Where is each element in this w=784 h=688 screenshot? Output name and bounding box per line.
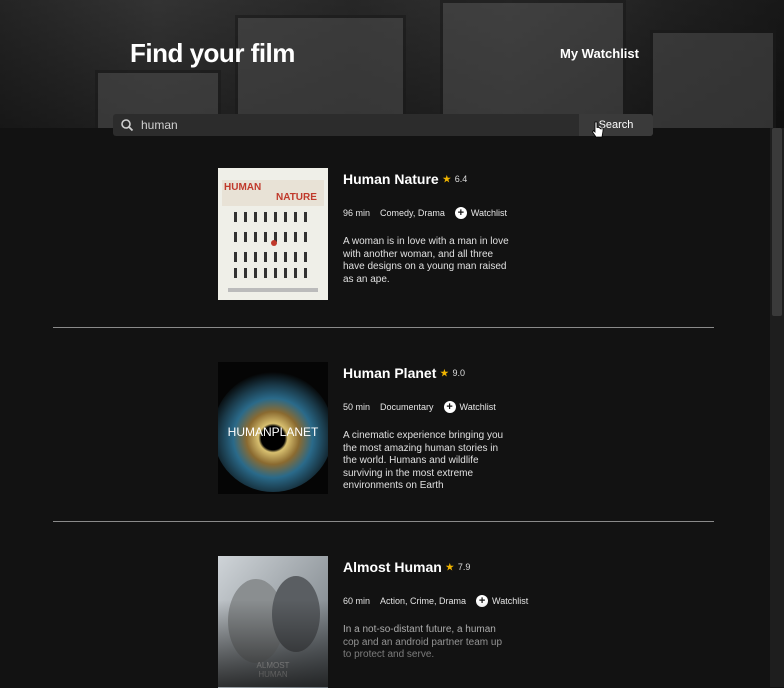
watchlist-label: Watchlist xyxy=(459,402,496,412)
movie-duration: 60 min xyxy=(343,596,371,606)
background-frame xyxy=(235,15,406,128)
movie-description: A woman is in love with a man in love wi… xyxy=(343,236,509,285)
movie-poster[interactable]: HUMAN NATURE xyxy=(218,168,328,300)
plus-circle-icon: + xyxy=(454,207,467,219)
search-button[interactable]: Search xyxy=(579,114,653,136)
background-frame xyxy=(650,30,776,128)
movie-genres: Documentary xyxy=(380,402,434,412)
star-icon: ★ xyxy=(440,367,449,378)
hero-banner xyxy=(0,0,784,128)
search-input[interactable] xyxy=(139,117,563,133)
plus-circle-icon: + xyxy=(443,401,456,413)
scrollbar-thumb[interactable] xyxy=(772,128,782,316)
add-to-watchlist-button[interactable]: + Watchlist xyxy=(454,207,508,219)
movie-description: In a not-so-distant future, a human cop … xyxy=(343,624,502,660)
movie-rating: 6.4 xyxy=(454,174,468,184)
svg-text:NATURE: NATURE xyxy=(276,192,317,203)
movie-poster[interactable]: HUMANPLANET xyxy=(218,362,328,494)
svg-text:ALMOST: ALMOST xyxy=(257,661,290,670)
search-icon xyxy=(120,118,134,132)
movie-title[interactable]: Human Planet xyxy=(343,365,436,381)
svg-text:HUMAN: HUMAN xyxy=(258,670,288,679)
add-to-watchlist-button[interactable]: + Watchlist xyxy=(476,595,528,607)
hand-cursor-icon xyxy=(592,121,604,144)
svg-text:HUMANPLANET: HUMANPLANET xyxy=(228,425,319,439)
star-icon: ★ xyxy=(442,173,451,184)
svg-text:HUMAN: HUMAN xyxy=(224,182,261,193)
watchlist-label: Watchlist xyxy=(470,208,508,218)
movie-title[interactable]: Human Nature xyxy=(343,171,439,187)
add-to-watchlist-button[interactable]: + Watchlist xyxy=(443,401,496,413)
star-icon: ★ xyxy=(445,561,454,572)
movie-rating: 9.0 xyxy=(452,368,465,378)
movie-rating: 7.9 xyxy=(457,562,471,572)
background-frame xyxy=(440,0,626,128)
movie-description: A cinematic experience bringing you the … xyxy=(343,430,504,491)
movie-duration: 50 min xyxy=(343,402,371,412)
search-bar: Search xyxy=(113,114,653,136)
movie-genres: Action, Crime, Drama xyxy=(380,596,467,606)
movie-duration: 96 min xyxy=(343,208,371,218)
divider xyxy=(53,327,714,328)
scrollbar[interactable] xyxy=(770,128,784,687)
my-watchlist-link[interactable]: My Watchlist xyxy=(560,46,639,61)
movie-genres: Comedy, Drama xyxy=(380,208,445,218)
movie-title[interactable]: Almost Human xyxy=(343,559,442,575)
page-title: Find your film xyxy=(130,38,295,68)
movie-poster[interactable]: ALMOST HUMAN xyxy=(218,556,328,688)
plus-circle-icon: + xyxy=(476,595,489,607)
divider xyxy=(53,521,714,522)
watchlist-label: Watchlist xyxy=(492,596,529,606)
